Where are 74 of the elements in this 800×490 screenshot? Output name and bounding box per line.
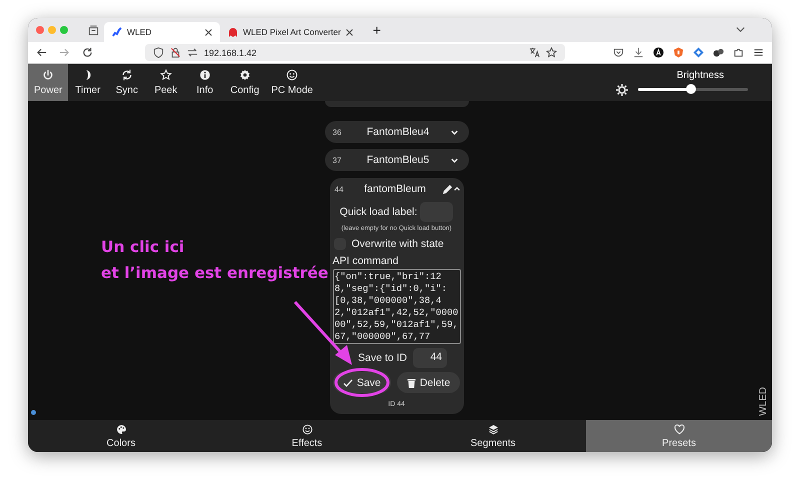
pocket-icon[interactable]: [613, 47, 624, 58]
close-icon[interactable]: [346, 28, 353, 36]
api-command-field[interactable]: {"on":true,"bri":128,"seg":{"id":0,"i":[0,38,"000000",38,42,"012af1",42,52,"000000",52,59,"012af1",59,67,"000000",67,77: [332, 269, 460, 344]
api-command-label: API command: [332, 255, 398, 267]
id-field[interactable]: 44: [413, 348, 448, 368]
new-tab-button[interactable]: +: [372, 23, 381, 37]
status-dot: [31, 410, 36, 415]
info-icon: [198, 69, 211, 81]
toolbar-button[interactable]: Peek: [146, 64, 186, 101]
star-icon[interactable]: [546, 47, 557, 58]
delete-button[interactable]: Delete: [396, 372, 460, 393]
tab-title: WLED: [127, 27, 153, 37]
url-text: 192.168.1.42: [204, 48, 258, 58]
toolbar-button[interactable]: Sync: [107, 64, 146, 101]
preset-card[interactable]: 36 FantomBleu4: [324, 121, 468, 143]
sun-icon: [616, 84, 628, 96]
star-icon: [160, 69, 172, 81]
smiley-icon: [302, 424, 312, 434]
menu-icon[interactable]: [753, 47, 764, 58]
permissions-icon[interactable]: [187, 47, 198, 58]
settings-icon: [238, 69, 251, 81]
chevron-down-icon[interactable]: [450, 128, 458, 136]
heart-icon: [674, 424, 684, 434]
chevron-up-icon[interactable]: [452, 185, 460, 193]
ghost-icon: [228, 27, 238, 37]
nav-tab[interactable]: Segments: [400, 420, 586, 452]
checkbox-label: Overwrite with state: [352, 238, 444, 250]
annotation-text: Un clic ici: [101, 237, 186, 258]
diamond-icon[interactable]: [693, 47, 704, 58]
nav-tab[interactable]: Presets: [586, 420, 772, 452]
back-icon[interactable]: [36, 47, 47, 58]
shield-icon[interactable]: [153, 47, 164, 58]
preset-card[interactable]: 37 FantomBleu5: [324, 149, 468, 171]
wave-icon: [112, 27, 122, 37]
tab-overview-icon[interactable]: [88, 24, 99, 36]
chevron-down-icon[interactable]: [450, 156, 458, 164]
check-icon: [342, 378, 353, 388]
highlight-ellipse: [334, 368, 390, 397]
preset-name: FantomBleu5: [366, 154, 430, 166]
annotation-text: et l’image est enregistrée: [101, 263, 328, 284]
preset-id: 36: [332, 128, 342, 136]
toolbar-button[interactable]: PC Mode: [265, 64, 319, 101]
download-icon[interactable]: [633, 47, 644, 58]
quick-load-label: Quick load label:: [340, 206, 418, 218]
slider-thumb[interactable]: [686, 84, 696, 94]
brightness-label: Brightness: [676, 70, 724, 80]
pencil-icon[interactable]: [442, 184, 452, 194]
account-icon[interactable]: [653, 47, 664, 58]
address-bar[interactable]: 192.168.1.42: [145, 44, 565, 61]
nav-tab[interactable]: Effects: [214, 420, 400, 452]
translate-icon[interactable]: [529, 47, 540, 58]
preset-name: FantomBleu4: [366, 126, 430, 138]
smiley-icon: [286, 69, 298, 81]
toolbar-button[interactable]: Info: [185, 64, 224, 101]
preset-id: 44: [334, 184, 344, 194]
browser-tab[interactable]: WLED Pixel Art Converter: [220, 22, 361, 42]
palette-icon: [116, 424, 126, 434]
close-icon[interactable]: [205, 28, 212, 36]
brand-label: WLED: [758, 387, 769, 416]
reload-icon[interactable]: [82, 47, 93, 58]
browser-tab[interactable]: WLED: [104, 22, 220, 42]
preset-id: 37: [332, 156, 342, 164]
nav-tab[interactable]: Colors: [28, 420, 214, 452]
save-to-id-label: Save to ID: [358, 352, 408, 364]
insecure-lock-icon[interactable]: [170, 47, 181, 58]
trash-icon: [406, 378, 416, 388]
toolbar-button[interactable]: Config: [224, 64, 266, 101]
toolbar-button[interactable]: Timer: [68, 64, 108, 101]
toolbar-button[interactable]: Power: [28, 64, 68, 101]
sync-icon: [120, 69, 133, 81]
preset-name: fantomBleum: [363, 183, 427, 195]
tab-title: WLED Pixel Art Converter: [243, 27, 341, 37]
power-icon: [42, 69, 54, 81]
layers-icon: [488, 424, 498, 434]
